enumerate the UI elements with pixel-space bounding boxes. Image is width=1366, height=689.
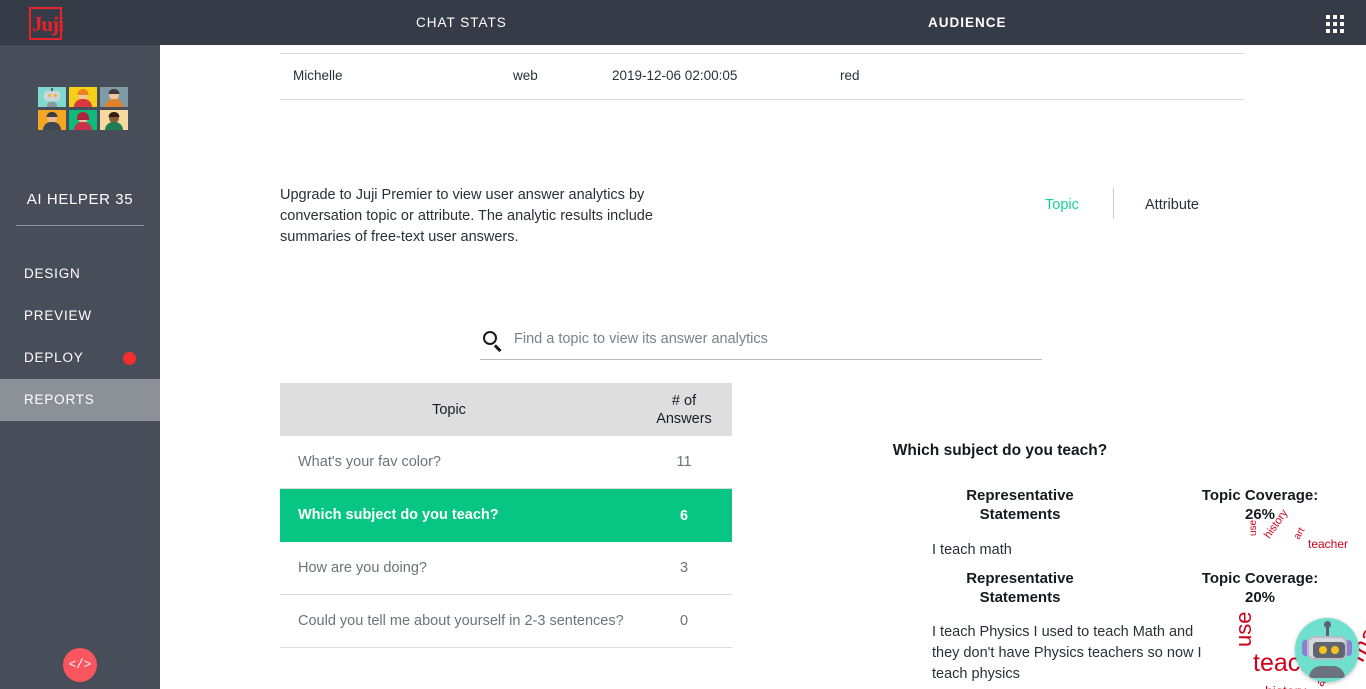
sidebar-item-design[interactable]: DESIGN [0,253,160,295]
robot-eye-left [1319,646,1327,654]
sidebar-divider [16,225,144,226]
coverage-value: 26% [1244,506,1276,523]
word-cloud-term: art [1292,525,1308,542]
search-icon [483,331,497,345]
sidebar-item-reports[interactable]: REPORTS [0,379,160,421]
table-row[interactable]: Could you tell me about yourself in 2-3 … [280,595,732,648]
upgrade-notice: Upgrade to Juji Premier to view user ans… [280,187,653,245]
table-divider [280,99,1245,100]
answer-count-cell: 11 [676,454,692,470]
segment-topic[interactable]: Topic [1045,193,1079,217]
word-cloud-term: use [1231,611,1256,647]
topic-cell: What's your fav color? [298,453,441,470]
sidebar-project-title: AI HELPER 35 [26,191,134,208]
avatar [69,110,97,130]
user-channel-cell: web [513,68,538,83]
segment-separator [1113,188,1114,219]
sidebar: AI HELPER 35 DESIGN PREVIEW DEPLOY REPOR… [0,45,160,689]
avatar [38,87,66,107]
topic-search [480,320,1042,365]
column-header-answers: # of Answers [636,392,732,428]
heading-line1: Representative [966,570,1074,587]
robot-screen [1313,642,1345,658]
topic-cell: Which subject do you teach? [298,507,499,523]
representative-statement: I teach Physics I used to teach Math and… [932,624,1202,682]
column-header-answers-line2: Answers [656,410,712,427]
user-answer-cell: red [840,68,860,83]
column-header-topic: Topic [432,401,466,418]
topic-coverage-heading: Topic Coverage: 20% [1160,569,1360,607]
coverage-label: Topic Coverage: [1201,570,1319,587]
juji-logo-text: Juji [31,12,64,36]
search-input[interactable] [514,320,1042,358]
avatar [100,87,128,107]
heading-line1: Representative [966,487,1074,504]
avatar [38,110,66,130]
representative-statements-heading: Representative Statements [920,486,1120,524]
column-header-answers-line1: # of [671,392,697,409]
table-row[interactable]: Michelle web 2019-12-06 02:00:05 red [280,53,1245,99]
representative-statements-heading: Representative Statements [920,569,1120,607]
topic-cell: Could you tell me about yourself in 2-3 … [298,612,624,629]
table-row-selected[interactable]: Which subject do you teach? 6 [280,489,732,542]
robot-body [1309,666,1345,678]
tab-chat-stats[interactable]: CHAT STATS [416,0,507,45]
topic-coverage-heading: Topic Coverage: 26% [1160,486,1360,524]
apps-grid-icon[interactable] [1326,15,1344,33]
sidebar-item-label: DEPLOY [24,350,84,365]
coverage-value: 20% [1244,589,1276,606]
chat-widget-robot-avatar-icon[interactable] [1295,618,1359,682]
audience-avatars [38,87,128,130]
segment-attribute[interactable]: Attribute [1145,193,1199,217]
robot-eye-right [1331,646,1339,654]
table-row[interactable]: How are you doing? 3 [280,542,732,595]
word-cloud-term: history [1265,683,1306,689]
heading-line2: Statements [979,506,1061,523]
answer-count-cell: 0 [679,613,689,629]
analytics-title: Which subject do you teach? [892,442,1108,459]
coverage-label: Topic Coverage: [1201,487,1319,504]
topics-table: Topic # of Answers What's your fav color… [280,383,732,648]
word-cloud-term: teacher [1308,537,1349,551]
heading-line2: Statements [979,589,1061,606]
top-navigation-bar: Juji CHAT STATS AUDIENCE [0,0,1366,55]
search-underline [480,359,1042,360]
tab-audience[interactable]: AUDIENCE [928,0,1007,45]
avatar [100,110,128,130]
main-content: Michelle web 2019-12-06 02:00:05 red Upg… [160,45,1366,689]
representative-statement: I teach math [932,542,1012,558]
sidebar-item-preview[interactable]: PREVIEW [0,295,160,337]
answer-count-cell: 3 [679,560,689,576]
robot-face [1307,636,1347,660]
topic-cell: How are you doing? [298,559,427,576]
user-timestamp-cell: 2019-12-06 02:00:05 [612,68,738,83]
juji-logo[interactable]: Juji [29,7,64,40]
topics-table-header: Topic # of Answers [280,383,732,436]
avatar [69,87,97,107]
answer-count-cell: 6 [679,507,689,524]
word-cloud-term: use [1248,519,1259,536]
table-row[interactable]: What's your fav color? 11 [280,436,732,489]
audience-reports-page: Juji CHAT STATS AUDIENCE AI HELPER 35 DE… [0,0,1366,689]
user-name-cell: Michelle [293,68,343,83]
go-pro-button[interactable]: </> [63,648,97,682]
deploy-status-dot-icon [123,352,136,365]
sidebar-item-deploy[interactable]: DEPLOY [0,337,160,379]
